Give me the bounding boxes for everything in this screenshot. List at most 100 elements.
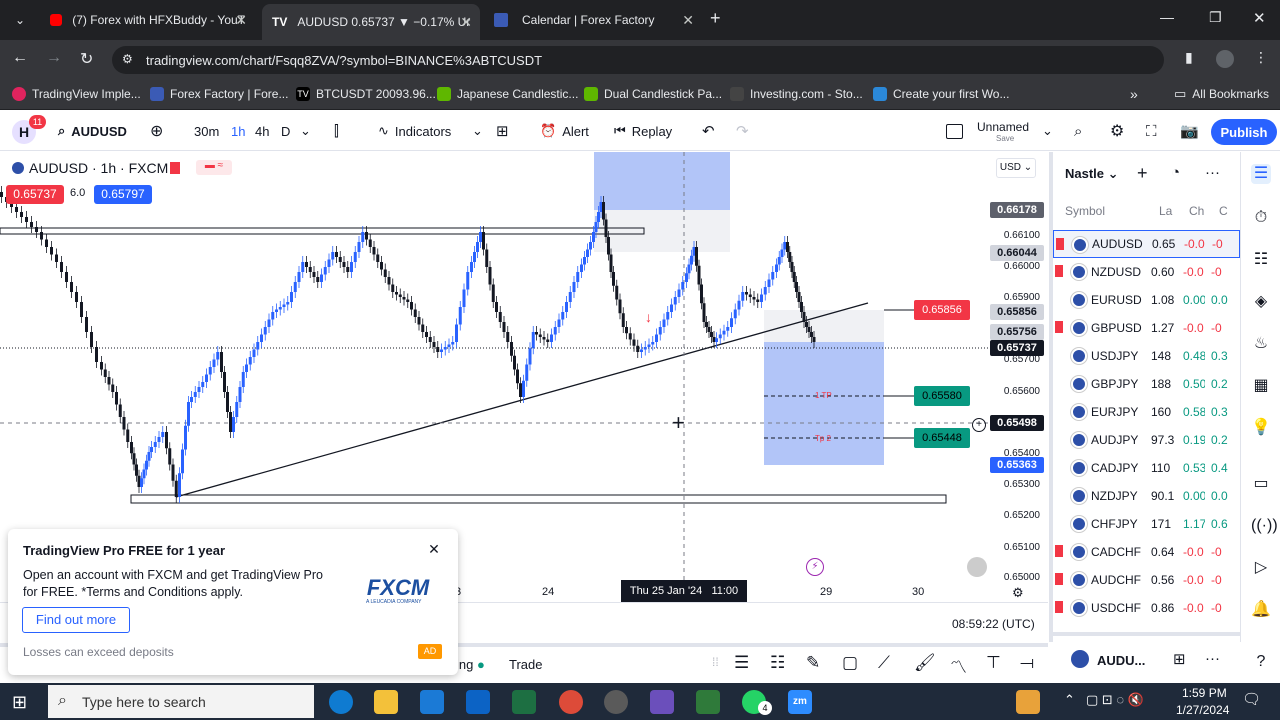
- interval-d[interactable]: D: [281, 120, 290, 142]
- currency-select[interactable]: USD ⌄: [996, 158, 1036, 178]
- chart-title[interactable]: AUDUSD · 1h · FXCM: [29, 160, 168, 176]
- bookmark-item[interactable]: Create your first Wo...: [873, 84, 1009, 104]
- taskbar-time[interactable]: 1:59 PM: [1182, 686, 1227, 700]
- pattern-tool-icon[interactable]: 〽: [950, 653, 967, 678]
- interval-1h[interactable]: 1h: [231, 120, 245, 142]
- brush-icon[interactable]: 🖌: [914, 653, 936, 673]
- windows-start-icon[interactable]: ⊞: [12, 692, 27, 713]
- chart-type-icon[interactable]: ⫿: [334, 120, 339, 142]
- minimize-icon[interactable]: —: [1160, 9, 1174, 25]
- watchlist-row[interactable]: EURJPY 160 0.58 0.3: [1053, 398, 1240, 426]
- close-tab-icon[interactable]: ✕: [235, 12, 247, 29]
- site-info-icon[interactable]: ⚙: [122, 52, 133, 66]
- trading-panel-tab[interactable]: ing ●: [456, 657, 485, 672]
- app-icon[interactable]: [650, 690, 674, 714]
- tab-tradingview[interactable]: TV AUDUSD 0.65737 ▼ −0.17% Ur ✕: [262, 4, 480, 40]
- stop-loss-label[interactable]: 0.65856: [914, 300, 970, 320]
- url-input[interactable]: ⚙ tradingview.com/chart/Fsqq8ZVA/?symbol…: [112, 46, 1164, 74]
- watchlist-row[interactable]: USDCHF 0.86 -0.0 -0: [1053, 594, 1240, 622]
- take-profit-2-label[interactable]: 0.65448: [914, 428, 970, 448]
- collapse-legend-icon[interactable]: ▬ ≈: [196, 160, 232, 175]
- drag-handle-icon[interactable]: ⁞⁞: [712, 655, 719, 669]
- take-profit-1-label[interactable]: 0.65580: [914, 386, 970, 406]
- close-window-icon[interactable]: ✕: [1253, 9, 1266, 27]
- ideas-flame-icon[interactable]: ♨: [1251, 334, 1271, 354]
- side-panel-icon[interactable]: ▮: [1185, 49, 1193, 66]
- price-axis[interactable]: USD ⌄ 0.66100 0.66000 0.65900 0.65700 0.…: [990, 152, 1048, 602]
- watchlist-row[interactable]: AUDCHF 0.56 -0.0 -0: [1053, 566, 1240, 594]
- bookmarks-overflow-icon[interactable]: »: [1130, 84, 1138, 104]
- tab-search-icon[interactable]: ⌄: [10, 10, 30, 30]
- indicators-button[interactable]: ∿ Indicators: [378, 120, 451, 142]
- reload-icon[interactable]: ↻: [80, 49, 93, 69]
- quick-search-icon[interactable]: ⌕: [1074, 120, 1082, 142]
- settings-gear-icon[interactable]: ⚙: [1110, 120, 1124, 142]
- alerts-clock-icon[interactable]: ⏱: [1251, 208, 1271, 228]
- details-grid-icon[interactable]: ⊞: [1173, 650, 1186, 668]
- action-center-icon[interactable]: 🗨: [1242, 690, 1261, 708]
- restore-icon[interactable]: ❐: [1209, 9, 1222, 26]
- app-icon[interactable]: [604, 690, 628, 714]
- layout-icon[interactable]: [946, 124, 963, 139]
- advanced-view-icon[interactable]: ◔: [1171, 164, 1180, 181]
- camera-icon[interactable]: 📷: [1180, 120, 1199, 142]
- watchlist-row[interactable]: CADCHF 0.64 -0.0 -0: [1053, 538, 1240, 566]
- symbol-search[interactable]: ⌕ AUDUSD: [58, 120, 127, 142]
- chat-icon[interactable]: ▭: [1251, 474, 1271, 494]
- back-icon[interactable]: ←: [12, 49, 28, 67]
- col-header-last[interactable]: La: [1159, 204, 1172, 218]
- templates-icon[interactable]: ⊞: [496, 120, 509, 142]
- close-tab-icon[interactable]: ✕: [682, 12, 694, 29]
- watchlist-row[interactable]: NZDJPY 90.1 0.00 0.0: [1053, 482, 1240, 510]
- bookmark-item[interactable]: Forex Factory | Fore...: [150, 84, 288, 104]
- replay-button[interactable]: ⏮ Replay: [614, 120, 672, 142]
- watchlist-name[interactable]: Nastle ⌄: [1065, 166, 1119, 182]
- undo-icon[interactable]: ↶: [702, 120, 715, 142]
- tab-youtube[interactable]: (7) Forex with HFXBuddy - YouT ✕: [40, 6, 255, 34]
- axis-settings-icon[interactable]: ⚙: [1012, 585, 1024, 601]
- chrome-icon[interactable]: [559, 690, 583, 714]
- horizontal-line-icon[interactable]: ⟞: [1020, 653, 1034, 673]
- watchlist-row[interactable]: AUDUSD 0.65 -0.0 -0: [1053, 230, 1240, 258]
- watchlist-row[interactable]: EURUSD 1.08 0.00 0.0: [1053, 286, 1240, 314]
- pen-tool-icon[interactable]: ✎: [806, 653, 820, 673]
- panel-divider[interactable]: [1053, 632, 1240, 636]
- compare-icon[interactable]: ⊕: [150, 120, 163, 142]
- long-position-icon[interactable]: ☰: [734, 653, 749, 673]
- trend-line-icon[interactable]: ⟋: [878, 653, 890, 673]
- details-symbol[interactable]: AUDU...: [1097, 653, 1145, 668]
- event-lightning-icon[interactable]: ⚡: [806, 558, 824, 576]
- mail-icon[interactable]: [420, 690, 444, 714]
- find-out-more-button[interactable]: Find out more: [22, 607, 130, 633]
- menu-icon[interactable]: ⋮: [1254, 49, 1268, 66]
- interval-4h[interactable]: 4h: [255, 120, 269, 142]
- taskbar-search-input[interactable]: ⌕ Type here to search: [48, 685, 314, 718]
- trade-tab[interactable]: Trade: [509, 657, 542, 672]
- add-symbol-icon[interactable]: +: [1137, 163, 1148, 184]
- new-tab-icon[interactable]: +: [710, 8, 721, 29]
- watchlist-row[interactable]: GBPUSD 1.27 -0.0 -0: [1053, 314, 1240, 342]
- watchlist-row[interactable]: NZDUSD 0.60 -0.0 -0: [1053, 258, 1240, 286]
- streams-icon[interactable]: ((·)): [1251, 516, 1278, 536]
- edge-icon[interactable]: [329, 690, 353, 714]
- text-tool-icon[interactable]: ⊤: [986, 653, 1001, 673]
- news-icon[interactable]: ☷: [1251, 250, 1271, 270]
- close-promo-icon[interactable]: ✕: [426, 541, 442, 557]
- forward-icon[interactable]: →: [46, 49, 62, 67]
- sell-price-button[interactable]: 0.65737: [6, 185, 64, 204]
- app-icon[interactable]: [696, 690, 720, 714]
- interval-dropdown-icon[interactable]: ⌄: [300, 120, 311, 142]
- lightbulb-icon[interactable]: 💡: [1251, 418, 1271, 438]
- layout-dropdown-icon[interactable]: ⌄: [1042, 120, 1053, 142]
- utc-clock[interactable]: 08:59:22 (UTC): [952, 617, 1035, 631]
- weather-icon[interactable]: [1016, 690, 1040, 714]
- bookmark-item[interactable]: Japanese Candlestic...: [437, 84, 578, 104]
- alert-button[interactable]: ⏰ Alert: [540, 120, 589, 142]
- calendar-icon[interactable]: ▦: [1251, 376, 1271, 396]
- store-icon[interactable]: [466, 690, 490, 714]
- watchlist-icon[interactable]: ☰: [1251, 164, 1271, 184]
- watchlist-row[interactable]: CHFJPY 171 1.17 0.6: [1053, 510, 1240, 538]
- buy-price-button[interactable]: 0.65797: [94, 185, 152, 204]
- close-tab-icon[interactable]: ✕: [460, 14, 472, 31]
- file-explorer-icon[interactable]: [374, 690, 398, 714]
